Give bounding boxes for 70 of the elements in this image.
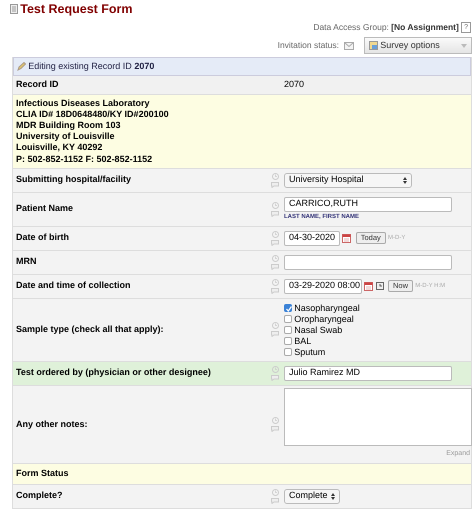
survey-icon	[369, 41, 378, 50]
notes-textarea[interactable]	[284, 388, 472, 446]
field-label: MRN	[15, 255, 38, 268]
history-icon	[272, 416, 278, 424]
comment-icon	[271, 374, 279, 381]
comment-icon	[271, 331, 279, 338]
field-label: Submitting hospital/facility	[15, 173, 132, 186]
history-icon	[272, 254, 278, 262]
field-label: Sample type (check all that apply):	[15, 322, 165, 336]
comment-icon	[271, 240, 279, 246]
history-icon	[272, 172, 278, 180]
checkbox[interactable]	[284, 336, 292, 345]
field-label: Data Access Group:	[313, 21, 389, 34]
clock-icon	[376, 282, 384, 290]
checkbox-option[interactable]: Nasal Swab	[284, 324, 471, 335]
field-label: Test ordered by (physician or other designee)	[15, 366, 212, 380]
field-label: Complete?	[15, 489, 64, 502]
history-icon	[272, 322, 278, 330]
date-input[interactable]: 03-29-2020 08:00	[284, 278, 362, 294]
info-text: Infectious Diseases Laboratory	[16, 98, 151, 109]
text-input[interactable]: CARRICO,RUTH	[284, 196, 452, 212]
hospital-select[interactable]: University Hospital	[284, 172, 412, 188]
info-text: MDR Building Room 103	[16, 120, 122, 132]
checkbox[interactable]	[284, 304, 292, 312]
checkbox[interactable]	[284, 314, 292, 323]
field-label: Invitation status:	[278, 39, 339, 52]
checkbox-option[interactable]: Sputum	[284, 346, 471, 357]
form-icon	[10, 4, 18, 14]
comment-icon	[271, 264, 279, 270]
survey-options-button[interactable]: Survey options	[364, 37, 472, 54]
field-label: Date and time of collection	[15, 279, 132, 292]
info-text: University of Louisville	[16, 131, 116, 142]
field-value: 2070	[284, 78, 306, 91]
envelope-icon	[344, 42, 354, 50]
info-text: P: 502-852-1152 F: 502-852-1152	[16, 154, 154, 165]
text-input[interactable]	[284, 254, 452, 270]
comment-icon	[271, 288, 279, 294]
calendar-icon	[342, 234, 352, 243]
checkbox[interactable]	[284, 326, 292, 334]
editing-notice: Editing existing Record ID 2070	[28, 60, 154, 73]
history-icon	[272, 278, 278, 286]
comment-icon	[271, 182, 279, 188]
comment-icon	[271, 426, 279, 432]
field-label: Any other notes:	[15, 418, 89, 431]
history-icon	[272, 230, 278, 238]
info-text: Louisville, KY 40292	[16, 142, 104, 154]
comment-icon	[271, 210, 279, 217]
checkbox-option[interactable]: Nasopharyngeal	[284, 302, 471, 313]
pencil-icon	[17, 62, 26, 71]
text-input[interactable]: Julio Ramirez MD	[284, 366, 452, 381]
section-heading: Form Status	[15, 467, 70, 480]
field-label: Patient Name	[15, 202, 74, 216]
info-text: CLIA ID# 18D0648480/KY ID#200100	[16, 108, 170, 120]
checkbox[interactable]	[284, 348, 292, 356]
date-input[interactable]: 04-30-2020	[284, 230, 340, 246]
calendar-icon	[364, 282, 374, 291]
field-value: [No Assignment]	[391, 21, 459, 34]
status-select[interactable]: Complete	[284, 488, 340, 504]
history-icon	[272, 366, 278, 373]
form-title: Test Request Form	[20, 2, 133, 16]
field-label: Record ID	[15, 78, 60, 91]
history-icon	[272, 488, 278, 496]
field-label: Date of birth	[15, 231, 70, 244]
caret-icon	[461, 44, 467, 48]
select-arrows-icon	[403, 176, 407, 184]
checkbox-option[interactable]: Oropharyngeal	[284, 314, 471, 324]
comment-icon	[271, 498, 279, 504]
history-icon	[272, 202, 278, 209]
select-arrows-icon	[331, 492, 335, 500]
checkbox-option[interactable]: BAL	[284, 336, 471, 346]
